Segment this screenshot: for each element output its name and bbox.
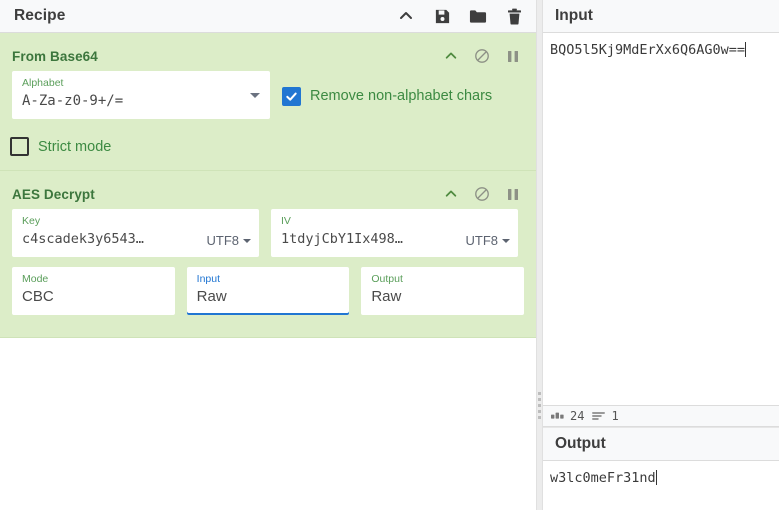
operation-args: Alphabet A-Za-z0-9+/= Remove non-alphabe…: [0, 71, 536, 119]
operation-controls: [442, 47, 522, 65]
output-format-label: Output: [371, 273, 403, 285]
operation-aes-decrypt[interactable]: AES Decrypt Key c4scadek3y6543… UTF8 IV …: [0, 171, 536, 338]
char-count: 24: [551, 409, 584, 423]
output-format-select[interactable]: Output Raw: [361, 267, 525, 315]
text-cursor: [745, 42, 747, 57]
input-title-bar: Input: [543, 0, 779, 33]
key-encoding-value: UTF8: [206, 233, 240, 248]
input-status-bar: 24 1: [543, 405, 779, 427]
input-format-select[interactable]: Input Raw: [186, 267, 350, 315]
mode-input-output-row: Mode CBC Input Raw Output Raw: [12, 267, 525, 315]
strict-mode-label: Strict mode: [38, 138, 112, 155]
operation-header: From Base64: [0, 33, 536, 71]
collapse-chevron-icon[interactable]: [396, 6, 416, 26]
output-pane-title: Output: [555, 435, 606, 452]
recipe-title-bar: Recipe: [0, 0, 536, 33]
recipe-operation-list: From Base64 Alphabet A-Za-z0-9+/= Remove…: [0, 33, 536, 510]
disable-icon[interactable]: [473, 47, 491, 65]
output-text-value: w3lc0meFr31nd: [550, 470, 656, 486]
text-cursor: [655, 470, 657, 485]
iv-value: 1tdyjCbY1Ix498…: [281, 231, 403, 247]
alphabet-label: Alphabet: [22, 77, 64, 89]
output-section: Output w3lc0meFr31nd: [543, 427, 779, 510]
breakpoint-pause-icon[interactable]: [504, 47, 522, 65]
iv-label: IV: [281, 215, 291, 227]
operation-title: AES Decrypt: [12, 186, 95, 202]
chevron-down-icon: [243, 238, 251, 243]
chevron-down-icon[interactable]: [250, 93, 260, 98]
input-text-value: BQO5l5Kj9MdErXx6Q6AG0w==: [550, 42, 746, 58]
operation-from-base64[interactable]: From Base64 Alphabet A-Za-z0-9+/= Remove…: [0, 33, 536, 171]
recipe-pane-title: Recipe: [14, 7, 66, 24]
operation-title: From Base64: [12, 48, 98, 64]
iv-field[interactable]: IV 1tdyjCbY1Ix498… UTF8: [271, 209, 518, 257]
remove-nonalphabet-checkbox-wrap[interactable]: Remove non-alphabet chars: [282, 71, 492, 119]
save-icon[interactable]: [432, 6, 452, 26]
cyberchef-app: Recipe From Base64 Alphabet A-Za-z0-9+/=…: [0, 0, 779, 510]
strict-mode-checkbox[interactable]: [10, 137, 29, 156]
splitter-grip-icon[interactable]: [538, 392, 541, 419]
breakpoint-pause-icon[interactable]: [504, 185, 522, 203]
collapse-chevron-icon[interactable]: [442, 47, 460, 65]
alphabet-row: Alphabet A-Za-z0-9+/= Remove non-alphabe…: [12, 71, 524, 119]
mode-label: Mode: [22, 273, 49, 285]
char-count-value: 24: [570, 409, 585, 423]
line-count: 1: [592, 409, 619, 423]
key-encoding-select[interactable]: UTF8: [206, 233, 251, 249]
pane-splitter[interactable]: [536, 0, 543, 510]
output-textarea[interactable]: w3lc0meFr31nd: [543, 461, 779, 510]
key-label: Key: [22, 215, 41, 227]
operation-args: Key c4scadek3y6543… UTF8 IV 1tdyjCbY1Ix4…: [0, 209, 536, 315]
input-textarea[interactable]: BQO5l5Kj9MdErXx6Q6AG0w==: [543, 33, 779, 405]
output-format-value: Raw: [371, 288, 402, 305]
mode-select[interactable]: Mode CBC: [12, 267, 175, 315]
input-pane-title: Input: [555, 7, 593, 24]
key-value: c4scadek3y6543…: [22, 231, 144, 247]
iv-encoding-select[interactable]: UTF8: [465, 233, 510, 249]
trash-icon[interactable]: [504, 6, 524, 26]
recipe-pane: Recipe From Base64 Alphabet A-Za-z0-9+/=…: [0, 0, 536, 510]
operation-header: AES Decrypt: [0, 171, 536, 209]
operation-controls: [442, 185, 522, 203]
recipe-toolbar: [396, 6, 524, 26]
abc-icon: [551, 412, 564, 419]
input-format-value: Raw: [196, 288, 227, 305]
folder-icon[interactable]: [468, 6, 488, 26]
iv-encoding-value: UTF8: [465, 233, 499, 248]
line-count-value: 1: [611, 409, 619, 423]
output-title-bar: Output: [543, 428, 779, 461]
remove-nonalphabet-label: Remove non-alphabet chars: [310, 88, 493, 104]
alphabet-select[interactable]: Alphabet A-Za-z0-9+/=: [12, 71, 270, 119]
mode-value: CBC: [22, 288, 54, 305]
alphabet-value: A-Za-z0-9+/=: [22, 93, 124, 109]
remove-nonalphabet-checkbox[interactable]: [282, 86, 301, 106]
chevron-down-icon: [502, 238, 510, 243]
input-format-label: Input: [196, 273, 221, 285]
disable-icon[interactable]: [473, 185, 491, 203]
strict-mode-row[interactable]: Strict mode: [0, 129, 536, 158]
key-iv-row: Key c4scadek3y6543… UTF8 IV 1tdyjCbY1Ix4…: [12, 209, 524, 257]
lines-icon: [592, 412, 606, 420]
collapse-chevron-icon[interactable]: [442, 185, 460, 203]
key-field[interactable]: Key c4scadek3y6543… UTF8: [12, 209, 259, 257]
io-pane: Input BQO5l5Kj9MdErXx6Q6AG0w== 24 1 Outp…: [543, 0, 779, 510]
